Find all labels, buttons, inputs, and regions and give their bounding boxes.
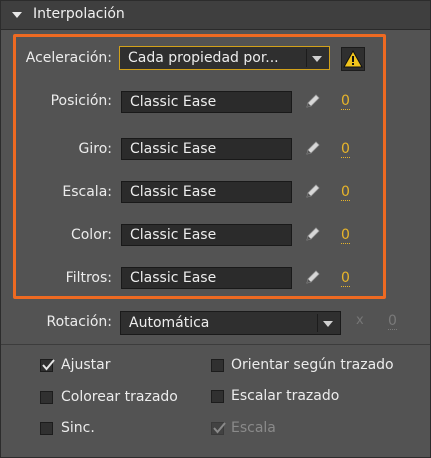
pencil-icon[interactable] [304, 182, 322, 200]
checkmark-icon [213, 422, 226, 434]
color-ease-field[interactable]: Classic Ease [121, 224, 292, 246]
position-ease-value[interactable]: 0 [341, 94, 350, 110]
warning-icon [343, 49, 363, 68]
rotation-count: 0 [388, 313, 397, 330]
section-title: Interpolación [33, 6, 125, 22]
color-ease-value[interactable]: 0 [341, 228, 350, 244]
position-ease-field[interactable]: Classic Ease [121, 91, 292, 113]
scale-prop-label: Escala: [62, 184, 112, 200]
easing-dropdown-value: Cada propiedad por... [128, 50, 279, 66]
rotation-ease-value[interactable]: 0 [341, 142, 350, 158]
collapse-triangle-icon[interactable] [12, 12, 22, 18]
filters-prop-label: Filtros: [65, 270, 112, 286]
scale-checkbox [211, 422, 226, 435]
chevron-down-icon [312, 56, 322, 62]
filters-ease-value[interactable]: 0 [341, 271, 350, 287]
easing-dropdown[interactable]: Cada propiedad por... [119, 46, 330, 70]
sync-label[interactable]: Sinc. [61, 420, 95, 436]
dropdown-separator [306, 49, 307, 67]
scale-label: Escala [231, 420, 276, 436]
scale-ease-value[interactable]: 0 [341, 185, 350, 201]
filters-ease-field[interactable]: Classic Ease [121, 267, 292, 289]
sync-checkbox[interactable] [40, 422, 53, 435]
rotation-ease-field[interactable]: Classic Ease [121, 138, 292, 160]
orient-to-path-checkbox[interactable] [211, 359, 224, 372]
pencil-icon[interactable] [304, 268, 322, 286]
snap-checkbox[interactable] [40, 359, 55, 372]
scale-along-path-checkbox[interactable] [211, 390, 224, 403]
easing-label: Aceleración: [25, 50, 112, 66]
rotation-prop-label: Giro: [78, 141, 112, 157]
dropdown-separator [317, 314, 318, 332]
pencil-icon[interactable] [304, 139, 322, 157]
rotation-dropdown-value: Automática [129, 315, 210, 331]
section-header[interactable]: Interpolación [1, 1, 430, 30]
rotation-dropdown[interactable]: Automática [120, 311, 341, 335]
times-symbol: x [356, 313, 364, 328]
color-prop-label: Color: [70, 227, 112, 243]
color-along-path-label[interactable]: Colorear trazado [61, 389, 178, 405]
scale-along-path-label[interactable]: Escalar trazado [231, 388, 339, 404]
checkmark-icon [42, 359, 55, 371]
highlight-box [13, 34, 386, 299]
snap-label[interactable]: Ajustar [61, 357, 110, 373]
divider [1, 344, 430, 345]
orient-to-path-label[interactable]: Orientar según trazado [231, 357, 394, 373]
warning-button[interactable] [341, 47, 365, 71]
color-along-path-checkbox[interactable] [40, 391, 53, 404]
chevron-down-icon [323, 321, 333, 327]
pencil-icon[interactable] [304, 225, 322, 243]
pencil-icon[interactable] [304, 92, 322, 110]
position-label: Posición: [50, 93, 112, 109]
scale-ease-field[interactable]: Classic Ease [121, 181, 292, 203]
rotation-label: Rotación: [46, 314, 112, 330]
